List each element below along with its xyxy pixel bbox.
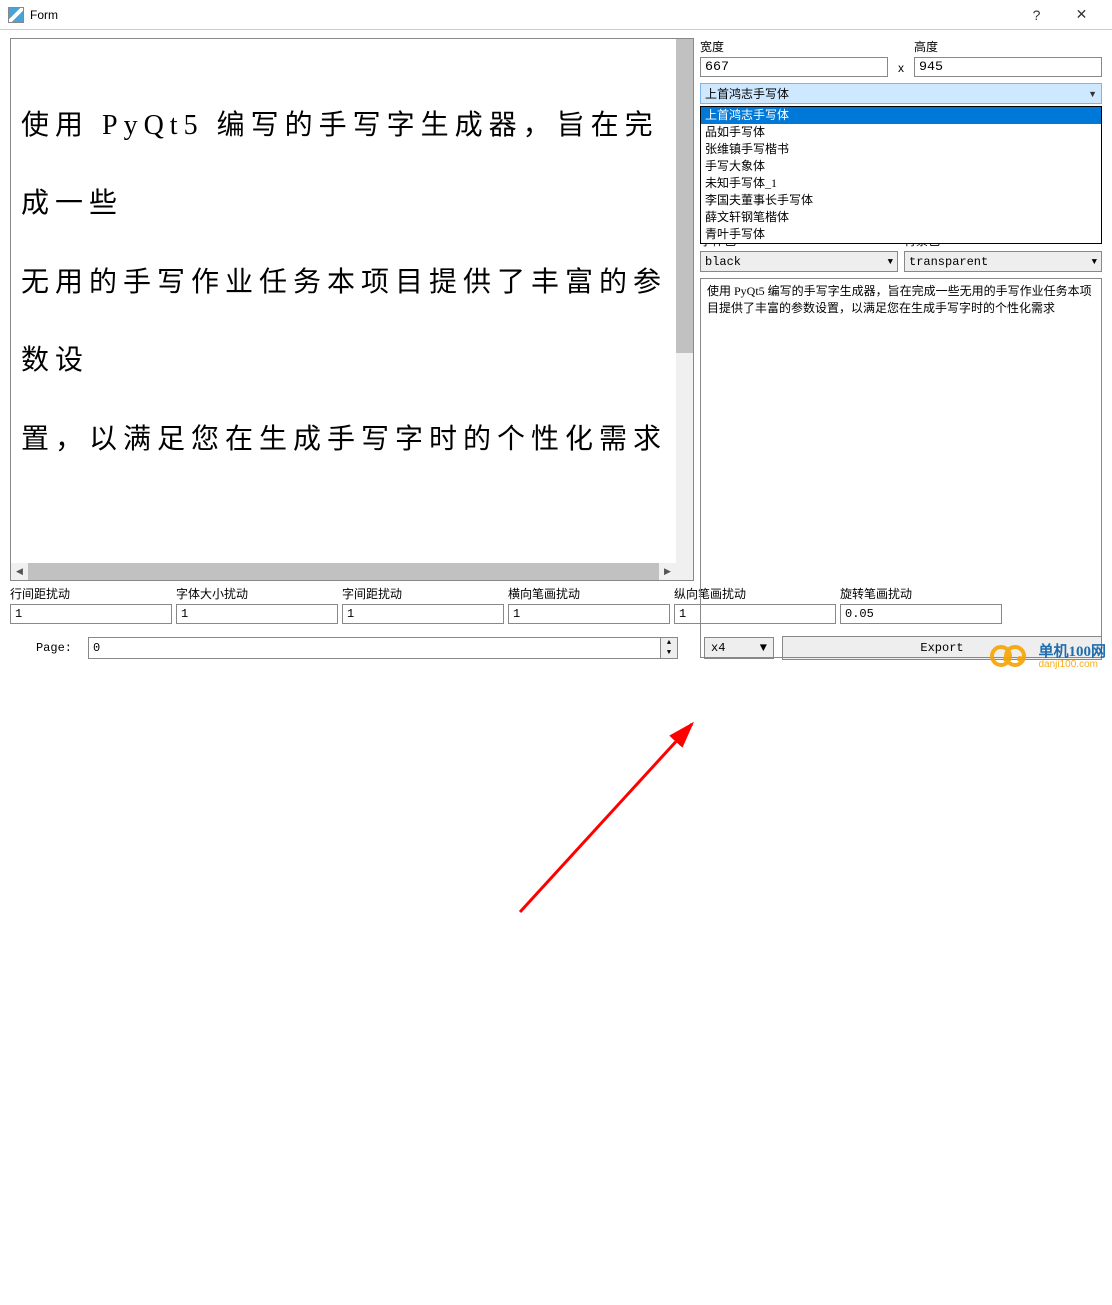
description-textarea[interactable]: 使用 PyQt5 编写的手写字生成器，旨在完成一些无用的手写作业任务本项目提供了…	[700, 278, 1102, 658]
font-dropdown-list[interactable]: 上首鸿志手写体品如手写体张维镇手写楷书手写大象体未知手写体_1李国夫董事长手写体…	[700, 106, 1102, 244]
horizontal-scrollbar[interactable]: ◀ ▶	[11, 563, 676, 580]
font-combobox[interactable]: 上首鸿志手写体 ▼	[700, 83, 1102, 104]
help-button[interactable]: ?	[1014, 1, 1059, 29]
dim-separator: x	[894, 61, 908, 77]
font-option[interactable]: 未知手写体_1	[701, 175, 1101, 192]
watermark: 单机100网 danji100.com	[990, 643, 1106, 671]
perturb-label: 行间距扰动	[10, 585, 172, 602]
page-label: Page:	[10, 641, 80, 655]
font-option[interactable]: 上首鸿志手写体	[701, 107, 1101, 124]
font-option[interactable]: 张维镇手写楷书	[701, 141, 1101, 158]
font-option[interactable]: 薛文轩钢笔楷体	[701, 209, 1101, 226]
perturbation-row: 行间距扰动字体大小扰动字间距扰动横向笔画扰动纵向笔画扰动旋转笔画扰动	[10, 585, 694, 624]
right-panel: 宽度 x 高度 上首鸿志手写体 ▼ 上首鸿志手写体品如手写体张维镇手写楷书手写大…	[694, 30, 1112, 632]
preview-text: 使用 PyQt5 编写的手写字生成器，旨在完成一些 无用的手写作业任务本项目提供…	[11, 39, 693, 499]
spin-up-icon[interactable]: ▲	[661, 638, 677, 648]
bg-color-combobox[interactable]: transparent▼	[904, 251, 1102, 272]
width-label: 宽度	[700, 38, 888, 55]
app-icon	[8, 7, 24, 23]
close-button[interactable]: ✕	[1059, 1, 1104, 29]
scroll-left-icon[interactable]: ◀	[11, 563, 28, 580]
width-input[interactable]	[700, 57, 888, 77]
perturb-label: 字间距扰动	[342, 585, 504, 602]
font-option[interactable]: 品如手写体	[701, 124, 1101, 141]
perturb-input[interactable]	[508, 604, 670, 624]
font-combo-value: 上首鸿志手写体	[705, 85, 789, 102]
font-option[interactable]: 手写大象体	[701, 158, 1101, 175]
vertical-scrollbar[interactable]	[676, 39, 693, 563]
preview-area: 使用 PyQt5 编写的手写字生成器，旨在完成一些 无用的手写作业任务本项目提供…	[10, 38, 694, 581]
perturb-label: 横向笔画扰动	[508, 585, 670, 602]
perturb-input[interactable]	[176, 604, 338, 624]
title-bar: Form ? ✕	[0, 0, 1112, 30]
scroll-right-icon[interactable]: ▶	[659, 563, 676, 580]
window-title: Form	[30, 8, 1014, 22]
font-option[interactable]: 青叶手写体	[701, 226, 1101, 243]
font-color-combobox[interactable]: black▼	[700, 251, 898, 272]
page-spinbox[interactable]: 0 ▲▼	[88, 637, 678, 659]
annotation-arrow	[0, 632, 1112, 1305]
perturb-input[interactable]	[10, 604, 172, 624]
chevron-down-icon: ▼	[888, 257, 893, 267]
spin-down-icon[interactable]: ▼	[661, 648, 677, 658]
left-panel: 使用 PyQt5 编写的手写字生成器，旨在完成一些 无用的手写作业任务本项目提供…	[0, 30, 694, 632]
chevron-down-icon: ▼	[1088, 89, 1097, 99]
perturb-label: 字体大小扰动	[176, 585, 338, 602]
chevron-down-icon: ▼	[1092, 257, 1097, 267]
height-input[interactable]	[914, 57, 1102, 77]
height-label: 高度	[914, 38, 1102, 55]
perturb-input[interactable]	[342, 604, 504, 624]
font-option[interactable]: 李国夫董事长手写体	[701, 192, 1101, 209]
